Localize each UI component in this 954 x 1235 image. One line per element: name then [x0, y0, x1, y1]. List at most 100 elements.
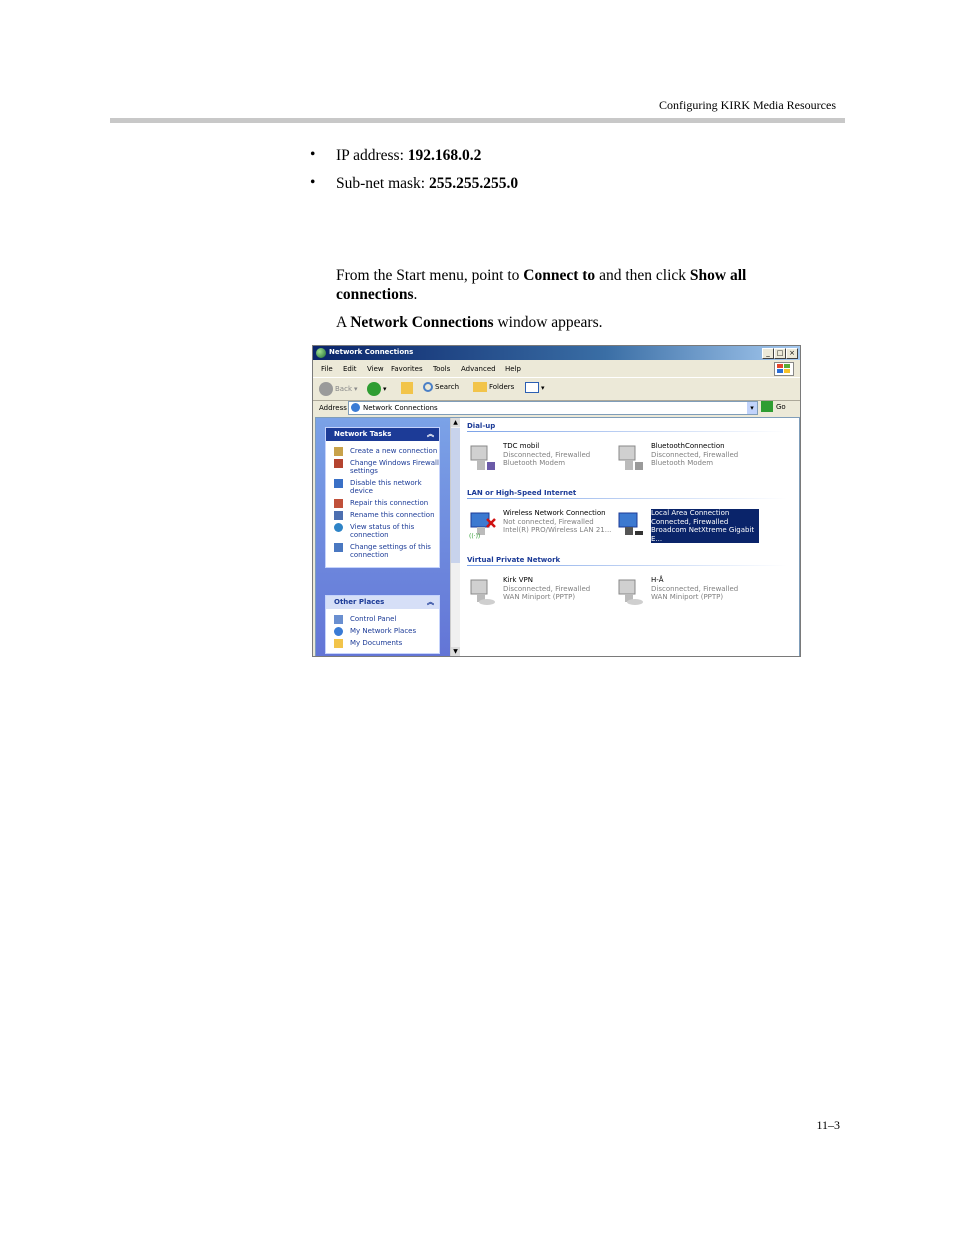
- close-button[interactable]: ×: [786, 348, 798, 359]
- connection-wireless[interactable]: ((·)) Wireless Network Connection Not con…: [467, 509, 617, 543]
- task-label: Change Windows Firewall settings: [350, 459, 439, 475]
- maximize-button[interactable]: □: [774, 348, 786, 359]
- connection-name: Wireless Network Connection: [503, 509, 606, 517]
- task-label: Change settings of this connection: [350, 543, 431, 559]
- address-field[interactable]: Network Connections ▾: [348, 401, 758, 415]
- connection-device: WAN Miniport (PPTP): [651, 593, 724, 601]
- back-dropdown-icon: ▾: [354, 385, 358, 393]
- result-window-name: Network Connections: [350, 314, 494, 331]
- folders-label: Folders: [489, 383, 515, 391]
- menu-edit[interactable]: Edit: [343, 365, 357, 373]
- mask-label: Sub-net mask:: [336, 175, 429, 192]
- task-view-status[interactable]: View status of this connection: [326, 523, 439, 539]
- back-label: Back: [335, 385, 352, 393]
- firewall-icon: [334, 459, 343, 468]
- connection-name: H-Å: [651, 576, 664, 584]
- network-tasks-panel: Network Tasks ︽ Create a new connection C…: [325, 427, 440, 568]
- network-connections-window: Network Connections _ □ × File Edit View…: [312, 345, 801, 657]
- address-bar: Address Network Connections ▾ Go: [313, 400, 800, 416]
- forward-arrow-icon: [367, 382, 381, 396]
- connection-device: Bluetooth Modem: [503, 459, 566, 467]
- group-divider: [467, 565, 787, 566]
- task-label: Rename this connection: [350, 511, 435, 519]
- up-folder-icon: [401, 382, 413, 394]
- task-label: Repair this connection: [350, 499, 429, 507]
- connection-status: Disconnected, Firewalled: [651, 450, 739, 459]
- connection-status: Disconnected, Firewalled: [503, 450, 591, 459]
- go-arrow-icon: [761, 401, 773, 412]
- connection-bluetooth[interactable]: BluetoothConnection Disconnected, Firewal…: [615, 442, 765, 476]
- place-my-network-places[interactable]: My Network Places: [326, 627, 439, 636]
- connection-device: WAN Miniport (PPTP): [503, 593, 576, 601]
- task-pane-scrollbar[interactable]: ▲ ▼: [450, 418, 460, 656]
- views-dropdown-icon: ▾: [541, 383, 545, 392]
- mask-value: 255.255.255.0: [429, 175, 519, 192]
- connection-name: Local Area Connection: [651, 509, 730, 517]
- minimize-button[interactable]: _: [762, 348, 774, 359]
- scrollbar-thumb[interactable]: [451, 428, 460, 563]
- collapse-chevron-icon: ︽: [427, 598, 434, 606]
- network-globe-icon: [351, 403, 360, 412]
- connections-pane: Dial-up TDC mobil Disconnected, Firewalle…: [462, 418, 799, 656]
- page-number: 11–3: [816, 1118, 840, 1132]
- forward-dropdown-icon: ▾: [383, 385, 387, 393]
- vpn-computer-icon: [467, 576, 497, 606]
- task-repair-connection[interactable]: Repair this connection: [326, 499, 439, 508]
- vpn-computer-icon: [615, 576, 645, 606]
- menu-advanced[interactable]: Advanced: [461, 365, 496, 373]
- menu-view[interactable]: View: [367, 365, 384, 373]
- task-label: Create a new connection: [350, 447, 438, 455]
- folders-button[interactable]: Folders: [473, 382, 514, 392]
- task-firewall-settings[interactable]: Change Windows Firewall settings: [326, 459, 439, 475]
- connection-name: Kirk VPN: [503, 576, 533, 584]
- task-change-settings[interactable]: Change settings of this connection: [326, 543, 439, 559]
- connection-device: Bluetooth Modem: [651, 459, 714, 467]
- task-rename-connection[interactable]: Rename this connection: [326, 511, 439, 520]
- task-disable-device[interactable]: Disable this network device: [326, 479, 439, 495]
- connection-kirk-vpn[interactable]: Kirk VPN Disconnected, Firewalled WAN Mini…: [467, 576, 617, 610]
- instruction-text: From the Start menu, point to Connect to…: [336, 266, 806, 304]
- result-text: A Network Connections window appears.: [336, 313, 603, 332]
- back-arrow-icon: [319, 382, 333, 396]
- forward-button[interactable]: ▾: [367, 382, 387, 396]
- go-button[interactable]: Go: [761, 401, 786, 412]
- connection-status: Connected, Firewalled: [651, 517, 729, 526]
- other-places-title: Other Places: [334, 598, 385, 606]
- task-label: View status of this connection: [350, 523, 415, 539]
- lan-computer-icon: [615, 509, 645, 539]
- task-pane: Network Tasks ︽ Create a new connection C…: [316, 418, 460, 656]
- wireless-network-icon: ((·)): [467, 509, 497, 540]
- bullet-mask: •: [310, 174, 316, 191]
- connection-local-area[interactable]: Local Area Connection Connected, Firewall…: [615, 509, 765, 543]
- group-vpn-title: Virtual Private Network: [467, 556, 561, 564]
- back-button[interactable]: Back ▾: [319, 382, 358, 396]
- result-part1: A: [336, 314, 351, 331]
- place-control-panel[interactable]: Control Panel: [326, 615, 439, 624]
- menu-help[interactable]: Help: [505, 365, 521, 373]
- menu-file[interactable]: File: [321, 365, 333, 373]
- place-label: My Network Places: [350, 627, 417, 635]
- place-label: My Documents: [350, 639, 403, 647]
- place-my-documents[interactable]: My Documents: [326, 639, 439, 648]
- connection-tdc-mobil[interactable]: TDC mobil Disconnected, Firewalled Bluetoo…: [467, 442, 617, 476]
- address-dropdown-icon[interactable]: ▾: [747, 402, 757, 414]
- search-button[interactable]: Search: [423, 382, 459, 392]
- title-bar: Network Connections _ □ ×: [313, 346, 800, 360]
- header-rule: [110, 118, 845, 123]
- scroll-down-icon[interactable]: ▼: [451, 647, 460, 656]
- scroll-up-icon[interactable]: ▲: [451, 418, 460, 427]
- network-tasks-header[interactable]: Network Tasks ︽: [326, 428, 439, 441]
- views-button[interactable]: ▾: [525, 382, 545, 393]
- other-places-header[interactable]: Other Places ︽: [326, 596, 439, 609]
- task-create-connection[interactable]: Create a new connection: [326, 447, 439, 456]
- instr-part3: .: [413, 286, 418, 303]
- network-places-icon: [334, 627, 343, 636]
- menu-tools[interactable]: Tools: [433, 365, 450, 373]
- up-folder-button[interactable]: [401, 382, 413, 394]
- window-title: Network Connections: [329, 348, 414, 356]
- ip-value: 192.168.0.2: [407, 147, 482, 164]
- toolbar: Back ▾ ▾ Search Folders ▾: [313, 377, 800, 401]
- svg-text:((·)): ((·)): [469, 533, 480, 539]
- connection-h-a[interactable]: H-Å Disconnected, Firewalled WAN Miniport …: [615, 576, 765, 610]
- menu-favorites[interactable]: Favorites: [391, 365, 423, 373]
